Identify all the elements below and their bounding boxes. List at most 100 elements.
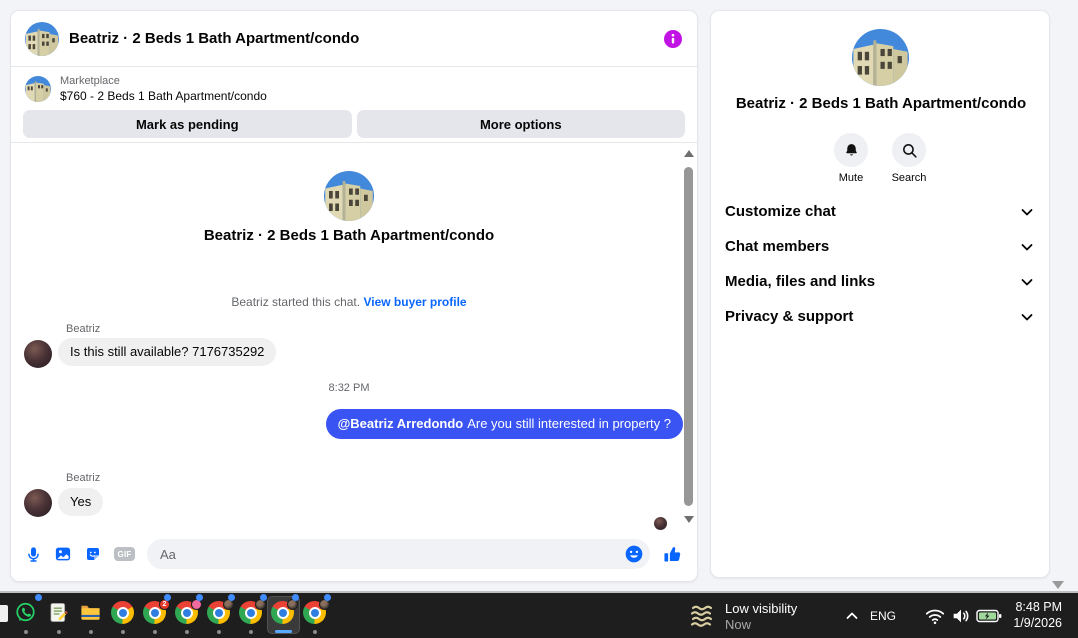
weather-widget[interactable]: Low visibility Now — [690, 601, 797, 632]
running-indicator — [24, 630, 28, 634]
chat-header: Beatriz · 2 Beds 1 Bath Apartment/condo — [11, 11, 697, 67]
thumbs-up-icon — [664, 546, 681, 561]
section-privacy-support[interactable]: Privacy & support — [711, 299, 1049, 334]
outgoing-message-bubble: @Beatriz Arredondo Are you still interest… — [325, 409, 683, 439]
taskbar-chrome-icon[interactable] — [207, 594, 235, 625]
sender-name: Beatriz — [66, 472, 101, 484]
volume-tray-button[interactable] — [950, 593, 972, 638]
running-indicator — [153, 630, 157, 634]
running-indicator — [313, 630, 317, 634]
incoming-message-bubble: Yes — [58, 488, 104, 516]
voice-clip-button[interactable] — [25, 546, 42, 563]
chat-scrollbar[interactable] — [682, 143, 694, 535]
incoming-message-bubble: Is this still available? 7176735292 — [58, 338, 277, 366]
running-indicator — [249, 630, 253, 634]
search-in-conversation-button[interactable]: Search — [880, 133, 938, 184]
clock-tray-button[interactable]: 8:48 PM 1/9/2026 — [1013, 599, 1062, 631]
bell-icon — [845, 143, 857, 156]
marketplace-listing-summary[interactable]: Marketplace $760 - 2 Beds 1 Bath Apartme… — [25, 75, 683, 103]
battery-tray-button[interactable] — [976, 593, 1002, 638]
microphone-icon — [28, 546, 39, 562]
running-indicator — [185, 630, 189, 634]
taskbar-chrome-icon[interactable] — [175, 594, 203, 625]
language-indicator[interactable]: ENG — [866, 593, 900, 638]
view-buyer-profile-link[interactable]: View buyer profile — [363, 295, 466, 309]
taskbar-chrome-icon[interactable] — [111, 601, 135, 625]
info-icon — [664, 29, 682, 48]
windows-taskbar: 2 Low visibility Now ENG 8:48 PM 1/9/202… — [0, 593, 1078, 638]
chevron-up-icon — [846, 612, 858, 619]
notification-dot — [292, 594, 299, 601]
conversation-intro-avatar — [324, 171, 374, 221]
details-avatar — [852, 29, 909, 86]
scroll-up-arrow[interactable] — [684, 150, 694, 157]
chevron-down-icon — [1021, 278, 1033, 285]
battery-charging-icon — [976, 609, 1002, 622]
mute-button[interactable]: Mute — [822, 133, 880, 184]
listing-price-title: $760 - 2 Beds 1 Bath Apartment/condo — [60, 89, 267, 103]
mark-as-pending-button[interactable]: Mark as pending — [23, 110, 352, 138]
seen-receipt-avatar — [654, 517, 667, 530]
section-chat-members[interactable]: Chat members — [711, 229, 1049, 264]
conversation-info-button[interactable] — [663, 29, 683, 49]
search-label: Search — [891, 172, 927, 184]
page-scroll-down-arrow[interactable] — [1052, 581, 1064, 589]
chevron-down-icon — [1021, 313, 1033, 320]
listing-avatar — [25, 21, 59, 56]
taskbar-notepad-icon[interactable] — [47, 601, 71, 625]
more-options-button[interactable]: More options — [356, 110, 685, 138]
taskbar-chrome-icon-active[interactable] — [271, 594, 299, 625]
chat-started-text: Beatriz started this chat. — [231, 295, 361, 309]
gif-button[interactable]: GIF — [114, 547, 135, 561]
message-list: Beatriz · 2 Beds 1 Bath Apartment/condo … — [11, 143, 697, 535]
notification-dot — [260, 594, 267, 601]
attach-photo-button[interactable] — [54, 545, 72, 563]
scrollbar-thumb[interactable] — [684, 167, 693, 506]
chevron-down-icon — [1021, 243, 1033, 250]
wifi-icon — [925, 609, 945, 624]
active-window-indicator — [275, 630, 292, 633]
taskbar-file-explorer-icon[interactable] — [79, 601, 103, 625]
mention-text: @Beatriz Arredondo — [337, 416, 464, 431]
outgoing-message-text: Are you still interested in property ? — [467, 416, 671, 431]
notification-dot — [324, 594, 331, 601]
chrome-icon — [111, 601, 134, 624]
weather-subtitle: Now — [725, 617, 752, 632]
notification-dot — [228, 594, 235, 601]
taskbar-chrome-icon[interactable]: 2 — [143, 594, 171, 625]
running-indicator — [57, 630, 61, 634]
search-icon — [902, 143, 917, 158]
taskbar-chrome-icon[interactable] — [303, 594, 331, 625]
chat-window: Beatriz · 2 Beds 1 Bath Apartment/condo … — [10, 10, 698, 582]
scroll-down-arrow[interactable] — [684, 516, 694, 523]
partial-app-icon[interactable] — [0, 605, 8, 622]
conversation-details-panel: Beatriz · 2 Beds 1 Bath Apartment/condo … — [710, 10, 1050, 578]
notification-dot — [35, 594, 42, 601]
emoji-icon — [625, 545, 643, 563]
message-input[interactable] — [147, 539, 650, 569]
buyer-avatar — [24, 340, 52, 368]
marketplace-label: Marketplace — [60, 75, 120, 87]
send-like-button[interactable] — [662, 544, 683, 565]
tray-date: 1/9/2026 — [1013, 616, 1062, 630]
message-composer: GIF — [11, 539, 697, 569]
sticker-button[interactable] — [84, 545, 102, 563]
section-customize-chat[interactable]: Customize chat — [711, 194, 1049, 229]
running-indicator — [217, 630, 221, 634]
taskbar-chrome-icon[interactable] — [239, 594, 267, 625]
chevron-down-icon — [1021, 208, 1033, 215]
section-media-files-links[interactable]: Media, files and links — [711, 264, 1049, 299]
gif-icon: GIF — [114, 547, 135, 561]
wifi-tray-button[interactable] — [924, 593, 946, 638]
volume-icon — [953, 609, 969, 622]
tray-time: 8:48 PM — [1015, 600, 1062, 614]
message-input-container — [147, 539, 650, 569]
taskbar-whatsapp-icon[interactable] — [14, 594, 42, 625]
weather-title: Low visibility — [725, 601, 798, 616]
show-hidden-icons-button[interactable] — [844, 593, 860, 638]
conversation-intro-title: Beatriz · 2 Beds 1 Bath Apartment/condo — [203, 227, 495, 244]
running-indicator — [89, 630, 93, 634]
emoji-button[interactable] — [624, 544, 644, 564]
sticker-icon — [87, 548, 99, 560]
sender-name: Beatriz — [66, 323, 101, 335]
